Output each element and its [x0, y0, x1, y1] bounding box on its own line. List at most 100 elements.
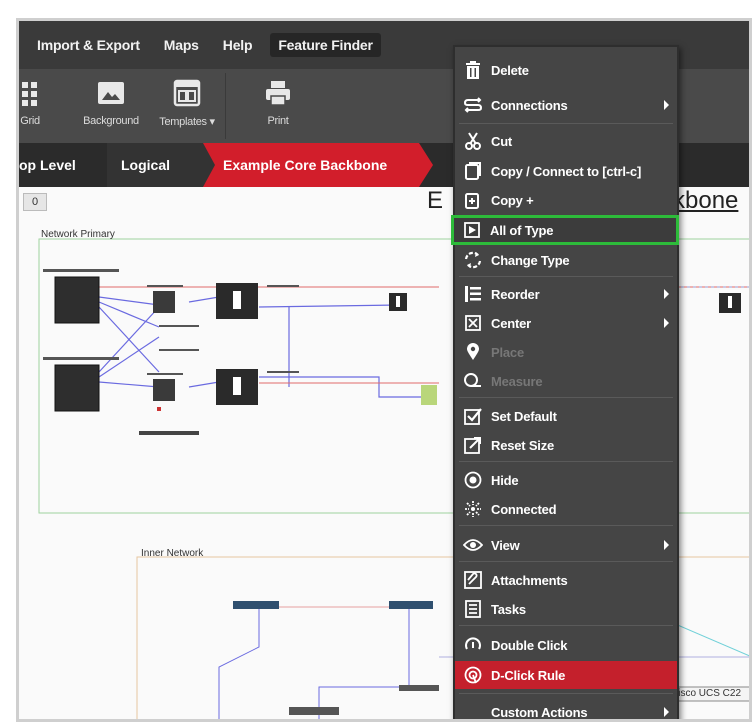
menu-item-all-of-type[interactable]: All of Type: [451, 215, 679, 245]
menu-item-label: Change Type: [491, 252, 570, 268]
double-click-icon: [463, 635, 483, 655]
templates-button[interactable]: Templates ▾: [149, 69, 225, 143]
breadcrumb-logical[interactable]: Logical: [107, 143, 215, 187]
connections-icon: [463, 95, 483, 115]
print-button[interactable]: Print: [240, 69, 316, 143]
menu-item-attachments[interactable]: Attachments: [455, 567, 677, 593]
reorder-icon: [463, 284, 483, 304]
menu-item-label: Double Click: [491, 637, 568, 653]
copy-icon: [463, 161, 483, 181]
menu-divider: [459, 276, 673, 277]
image-icon: [98, 82, 124, 104]
menu-item-connected[interactable]: Connected: [455, 496, 677, 522]
measure-icon: [463, 371, 483, 391]
group-label-inner: Inner Network: [141, 548, 204, 559]
submenu-arrow-icon: [664, 318, 669, 328]
menu-item-cut[interactable]: Cut: [455, 128, 677, 154]
menu-item-label: Reset Size: [491, 437, 555, 453]
submenu-arrow-icon: [664, 707, 669, 717]
grid-icon: [22, 82, 37, 106]
menu-item-reorder[interactable]: Reorder: [455, 281, 677, 307]
copy-plus-icon: [463, 190, 483, 210]
menu-item-label: Hide: [491, 472, 519, 488]
menu-item-d-click-rule[interactable]: D-Click Rule: [455, 661, 677, 689]
menu-divider: [459, 561, 673, 562]
toolbar-divider: [225, 73, 226, 139]
menu-item-measure[interactable]: Measure: [455, 368, 677, 394]
resize-icon: [463, 435, 483, 455]
menu-item-label: Tasks: [491, 601, 526, 617]
menu-item-delete[interactable]: Delete: [455, 57, 677, 83]
menu-item-tasks[interactable]: Tasks: [455, 596, 677, 622]
breadcrumb-current[interactable]: Example Core Backbone: [203, 143, 433, 187]
menu-divider: [459, 693, 673, 694]
eye-icon: [463, 535, 483, 555]
grid-button[interactable]: Grid: [19, 69, 53, 143]
menu-item-label: Cut: [491, 133, 513, 149]
submenu-arrow-icon: [664, 540, 669, 550]
menu-item-label: D-Click Rule: [491, 667, 566, 683]
menu-divider: [459, 461, 673, 462]
menu-divider: [459, 397, 673, 398]
app-window: Import & Export Maps Help Feature Finder…: [16, 18, 752, 722]
menu-item-change-type[interactable]: Change Type: [455, 247, 677, 273]
submenu-arrow-icon: [664, 100, 669, 110]
menu-item-view[interactable]: View: [455, 532, 677, 558]
menu-item-label: Connections: [491, 97, 568, 113]
templates-label: Templates ▾: [159, 116, 215, 128]
breadcrumb-top-level[interactable]: op Level: [19, 143, 107, 187]
menu-item-label: Set Default: [491, 408, 557, 424]
menu-item-copy-plus[interactable]: Copy +: [455, 187, 677, 213]
menu-item-label: Center: [491, 315, 531, 331]
pin-icon: [463, 342, 483, 362]
menu-item-label: Delete: [491, 62, 529, 78]
menu-divider: [459, 525, 673, 526]
print-label: Print: [267, 115, 289, 127]
menu-item-custom-actions[interactable]: Custom Actions: [455, 699, 677, 720]
menu-divider: [459, 625, 673, 626]
menu-item-label: Measure: [491, 373, 543, 389]
context-menu: Delete Connections Cut Copy / Connect to…: [451, 45, 679, 720]
menu-item-copy-connect[interactable]: Copy / Connect to [ctrl-c]: [455, 158, 677, 184]
templates-icon: [173, 79, 201, 107]
menu-item-label: Copy / Connect to [ctrl-c]: [491, 163, 642, 179]
background-label: Background: [83, 115, 139, 127]
scissors-icon: [463, 131, 483, 151]
menu-item-double-click[interactable]: Double Click: [455, 632, 677, 658]
center-icon: [463, 313, 483, 333]
menu-item-place[interactable]: Place: [455, 339, 677, 365]
menu-item-label: Place: [491, 344, 524, 360]
menu-item-label: Custom Actions: [491, 704, 588, 720]
trash-icon: [463, 60, 483, 80]
menu-item-connections[interactable]: Connections: [455, 92, 677, 118]
change-type-icon: [463, 250, 483, 270]
connected-icon: [463, 499, 483, 519]
menu-import-export[interactable]: Import & Export: [19, 37, 152, 53]
menu-item-label: Connected: [491, 501, 557, 517]
blank-icon: [463, 702, 483, 719]
printer-icon: [266, 81, 290, 106]
select-type-icon: [462, 220, 482, 240]
menu-item-center[interactable]: Center: [455, 310, 677, 336]
menu-help[interactable]: Help: [211, 37, 265, 53]
menu-divider: [459, 123, 673, 124]
device-label: Cisco UCS C22 M: [671, 688, 742, 710]
menu-item-hide[interactable]: Hide: [455, 467, 677, 493]
menu-item-label: Attachments: [491, 572, 568, 588]
check-box-icon: [463, 406, 483, 426]
grid-label: Grid: [20, 115, 40, 127]
menu-item-label: Reorder: [491, 286, 540, 302]
group-label-primary: Network Primary: [41, 229, 115, 240]
background-button[interactable]: Background: [73, 69, 149, 143]
menu-item-reset-size[interactable]: Reset Size: [455, 432, 677, 458]
menu-item-label: Copy +: [491, 192, 534, 208]
paperclip-icon: [463, 570, 483, 590]
hide-icon: [463, 470, 483, 490]
menu-item-label: View: [491, 537, 520, 553]
menu-item-label: All of Type: [490, 222, 554, 238]
menu-item-set-default[interactable]: Set Default: [455, 403, 677, 429]
d-click-rule-icon: [463, 665, 483, 685]
menu-maps[interactable]: Maps: [152, 37, 211, 53]
submenu-arrow-icon: [664, 289, 669, 299]
feature-finder-button[interactable]: Feature Finder: [270, 33, 381, 57]
